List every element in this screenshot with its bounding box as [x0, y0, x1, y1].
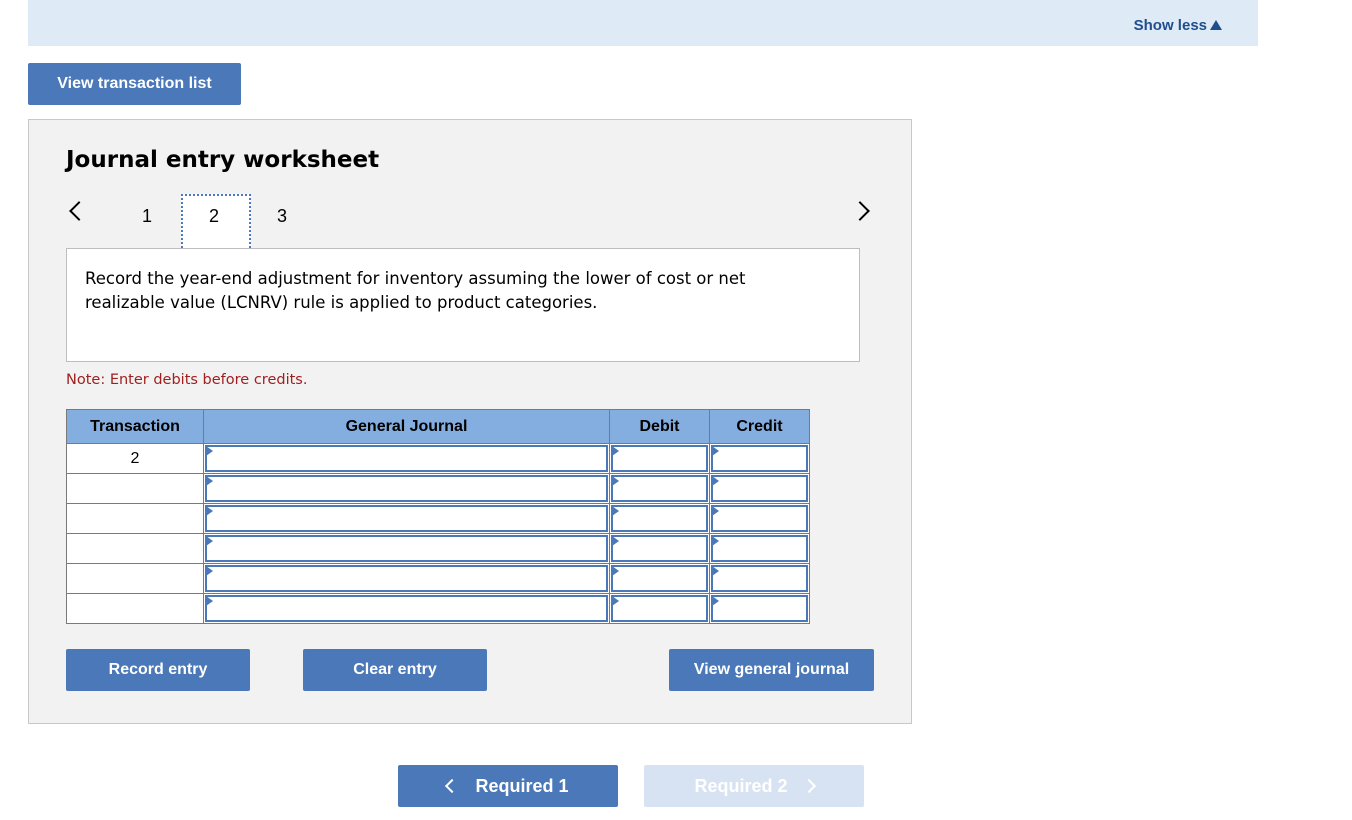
transaction-cell: 2	[66, 443, 204, 474]
table-row	[66, 503, 810, 534]
top-bar: Show less	[28, 0, 1258, 46]
debit-cell[interactable]	[609, 503, 710, 534]
credit-input[interactable]	[711, 595, 808, 622]
account-input[interactable]	[205, 595, 608, 622]
credit-cell[interactable]	[709, 473, 810, 504]
credit-input[interactable]	[711, 475, 808, 502]
view-transaction-list-button[interactable]: View transaction list	[28, 63, 241, 105]
debit-input[interactable]	[611, 445, 708, 472]
show-less-label: Show less	[1133, 17, 1207, 34]
triangle-up-icon	[1210, 20, 1222, 30]
required-2-button[interactable]: Required 2	[644, 765, 864, 807]
clear-entry-button[interactable]: Clear entry	[303, 649, 487, 691]
transaction-description: Record the year-end adjustment for inven…	[85, 269, 746, 312]
page-2[interactable]: 2	[209, 206, 219, 227]
required-2-label: Required 2	[694, 775, 788, 796]
clear-entry-label: Clear entry	[353, 661, 437, 678]
account-cell[interactable]	[203, 473, 610, 504]
header-credit: Credit	[709, 409, 810, 444]
previous-page-icon[interactable]	[69, 201, 89, 221]
credit-cell[interactable]	[709, 503, 810, 534]
table-row	[66, 473, 810, 504]
journal-entry-table: Transaction General Journal Debit Credit…	[66, 409, 810, 624]
account-cell[interactable]	[203, 563, 610, 594]
worksheet-title: Journal entry worksheet	[66, 147, 380, 173]
page-1[interactable]: 1	[142, 206, 152, 227]
view-general-journal-button[interactable]: View general journal	[669, 649, 874, 691]
debit-cell[interactable]	[609, 533, 710, 564]
account-input[interactable]	[205, 505, 608, 532]
debit-cell[interactable]	[609, 443, 710, 474]
credit-cell[interactable]	[709, 563, 810, 594]
show-less-link[interactable]: Show less	[1134, 17, 1222, 34]
debit-cell[interactable]	[609, 563, 710, 594]
credit-input[interactable]	[711, 445, 808, 472]
record-entry-label: Record entry	[108, 661, 208, 678]
debit-input[interactable]	[611, 475, 708, 502]
account-input[interactable]	[205, 535, 608, 562]
debit-cell[interactable]	[609, 473, 710, 504]
account-input[interactable]	[205, 565, 608, 592]
account-cell[interactable]	[203, 593, 610, 624]
transaction-cell	[66, 563, 204, 594]
credit-cell[interactable]	[709, 593, 810, 624]
transaction-cell	[66, 593, 204, 624]
chevron-left-icon	[445, 778, 460, 794]
account-cell[interactable]	[203, 533, 610, 564]
table-row	[66, 593, 810, 624]
credit-input[interactable]	[711, 535, 808, 562]
required-1-button[interactable]: Required 1	[398, 765, 618, 807]
account-cell[interactable]	[203, 443, 610, 474]
account-input[interactable]	[205, 445, 608, 472]
table-row: 2	[66, 443, 810, 474]
header-debit: Debit	[609, 409, 710, 444]
credit-input[interactable]	[711, 565, 808, 592]
table-header-row: Transaction General Journal Debit Credit	[66, 409, 810, 444]
transaction-cell	[66, 503, 204, 534]
page-3[interactable]: 3	[277, 206, 287, 227]
view-general-journal-label: View general journal	[693, 661, 850, 678]
transaction-cell	[66, 533, 204, 564]
credit-input[interactable]	[711, 505, 808, 532]
header-general-journal: General Journal	[203, 409, 610, 444]
debit-input[interactable]	[611, 595, 708, 622]
required-1-label: Required 1	[475, 775, 569, 796]
transaction-cell	[66, 473, 204, 504]
debit-cell[interactable]	[609, 593, 710, 624]
debit-input[interactable]	[611, 535, 708, 562]
credit-cell[interactable]	[709, 443, 810, 474]
view-transaction-list-label: View transaction list	[57, 75, 212, 92]
account-cell[interactable]	[203, 503, 610, 534]
table-row	[66, 533, 810, 564]
journal-entry-worksheet-panel: Journal entry worksheet 1 2 3 Record the…	[28, 119, 912, 724]
chevron-right-icon	[801, 778, 816, 794]
transaction-description-box: Record the year-end adjustment for inven…	[66, 248, 860, 362]
credit-cell[interactable]	[709, 533, 810, 564]
next-page-icon[interactable]	[850, 201, 870, 221]
account-input[interactable]	[205, 475, 608, 502]
table-row	[66, 563, 810, 594]
debit-input[interactable]	[611, 565, 708, 592]
debit-input[interactable]	[611, 505, 708, 532]
header-transaction: Transaction	[66, 409, 204, 444]
record-entry-button[interactable]: Record entry	[66, 649, 250, 691]
entry-note: Note: Enter debits before credits.	[66, 372, 308, 388]
